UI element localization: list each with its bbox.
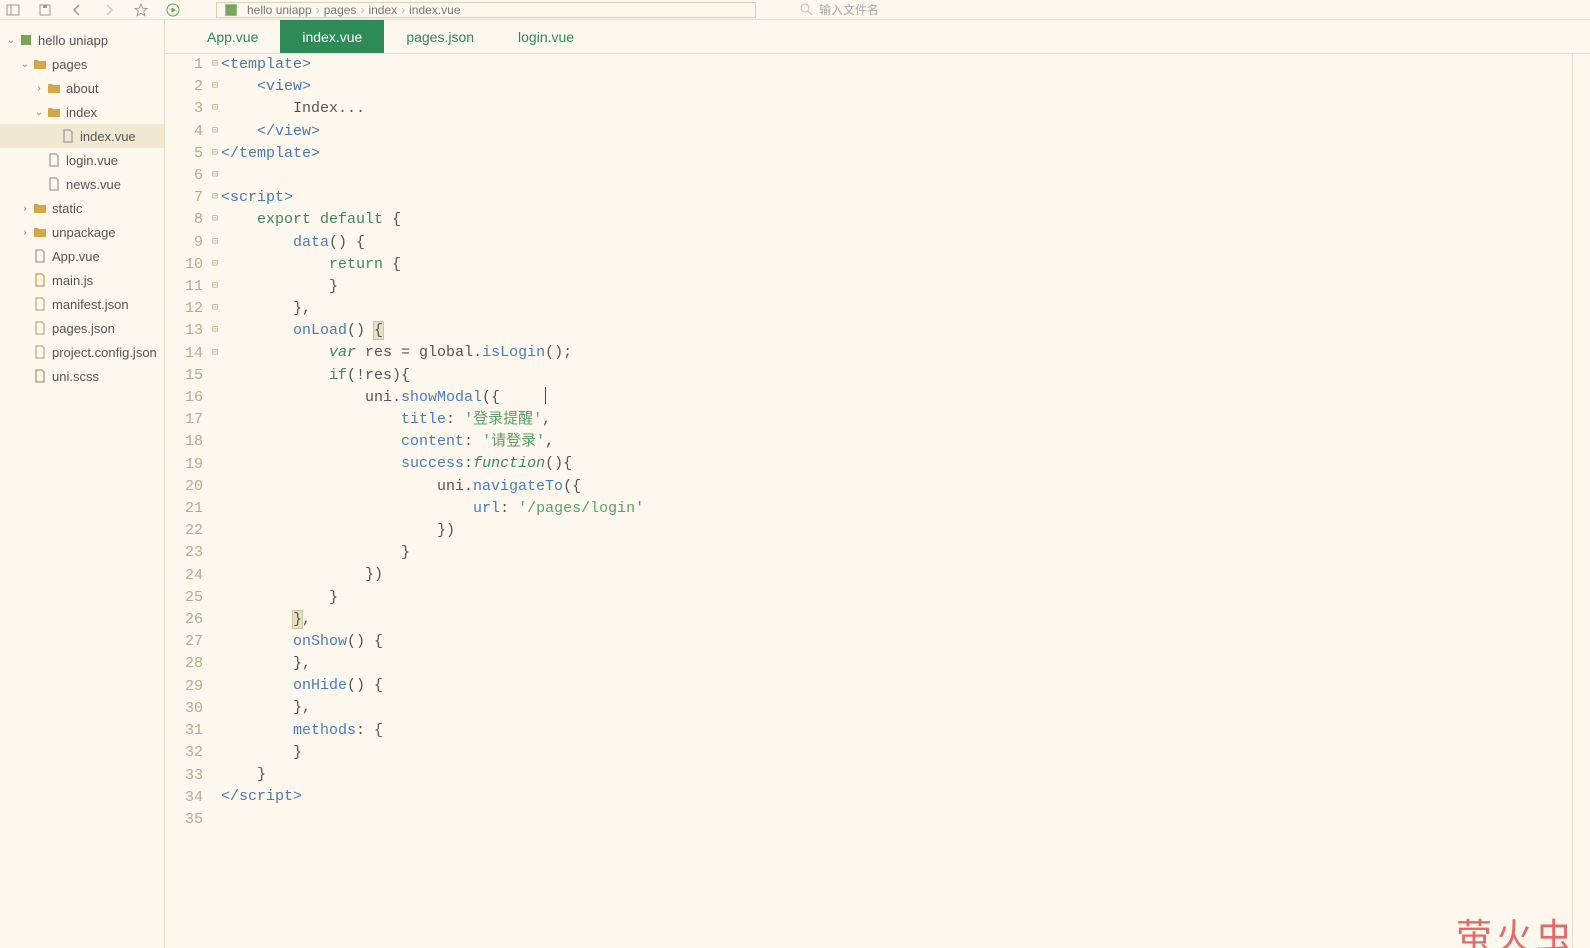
tree-folder[interactable]: ⌄index [0, 100, 164, 124]
project-icon [223, 3, 239, 17]
editor-tabs: App.vueindex.vuepages.jsonlogin.vue [165, 20, 1590, 54]
run-icon[interactable] [164, 1, 182, 19]
star-icon[interactable] [132, 1, 150, 19]
tree-file[interactable]: main.js [0, 268, 164, 292]
breadcrumb-item[interactable]: index [368, 3, 397, 17]
top-toolbar: hello uniapp › pages › index › index.vue… [0, 0, 1590, 20]
tree-file[interactable]: login.vue [0, 148, 164, 172]
breadcrumb[interactable]: hello uniapp › pages › index › index.vue [216, 2, 756, 18]
tree-folder[interactable]: ⌄pages [0, 52, 164, 76]
code-content[interactable]: <template> <view> Index... </view></temp… [221, 54, 1572, 948]
tree-file[interactable]: news.vue [0, 172, 164, 196]
vertical-scrollbar[interactable] [1572, 54, 1590, 948]
search-placeholder: 输入文件名 [819, 1, 879, 18]
search-icon [800, 3, 813, 16]
breadcrumb-item[interactable]: index.vue [409, 3, 460, 17]
chevron-right-icon: › [360, 3, 364, 17]
nav-forward-icon[interactable] [100, 1, 118, 19]
panel-toggle-icon[interactable] [4, 1, 22, 19]
tree-file[interactable]: manifest.json [0, 292, 164, 316]
chevron-right-icon: › [401, 3, 405, 17]
editor-tab[interactable]: App.vue [185, 20, 280, 53]
tree-file[interactable]: pages.json [0, 316, 164, 340]
tree-folder[interactable]: ›static [0, 196, 164, 220]
breadcrumb-item[interactable]: pages [324, 3, 357, 17]
line-gutter: 1234567891011121314151617181920212223242… [165, 54, 209, 948]
editor-tab[interactable]: index.vue [280, 20, 384, 53]
editor-tab[interactable]: login.vue [496, 20, 596, 53]
chevron-right-icon: › [316, 3, 320, 17]
breadcrumb-item[interactable]: hello uniapp [247, 3, 312, 17]
tree-folder[interactable]: ›unpackage [0, 220, 164, 244]
nav-back-icon[interactable] [68, 1, 86, 19]
code-editor[interactable]: 1234567891011121314151617181920212223242… [165, 54, 1590, 948]
fold-column[interactable]: ⊟⊟⊟⊟⊟⊟⊟⊟⊟⊟⊟⊟⊟⊟ [209, 54, 221, 948]
editor-tab[interactable]: pages.json [384, 20, 496, 53]
tree-folder[interactable]: ›about [0, 76, 164, 100]
tree-folder[interactable]: ⌄hello uniapp [0, 28, 164, 52]
tree-file[interactable]: index.vue [0, 124, 164, 148]
save-icon[interactable] [36, 1, 54, 19]
file-tree[interactable]: ⌄hello uniapp⌄pages›about⌄indexindex.vue… [0, 20, 165, 948]
tree-file[interactable]: project.config.json [0, 340, 164, 364]
tree-file[interactable]: App.vue [0, 244, 164, 268]
file-search[interactable]: 输入文件名 [800, 2, 879, 18]
tree-file[interactable]: uni.scss [0, 364, 164, 388]
